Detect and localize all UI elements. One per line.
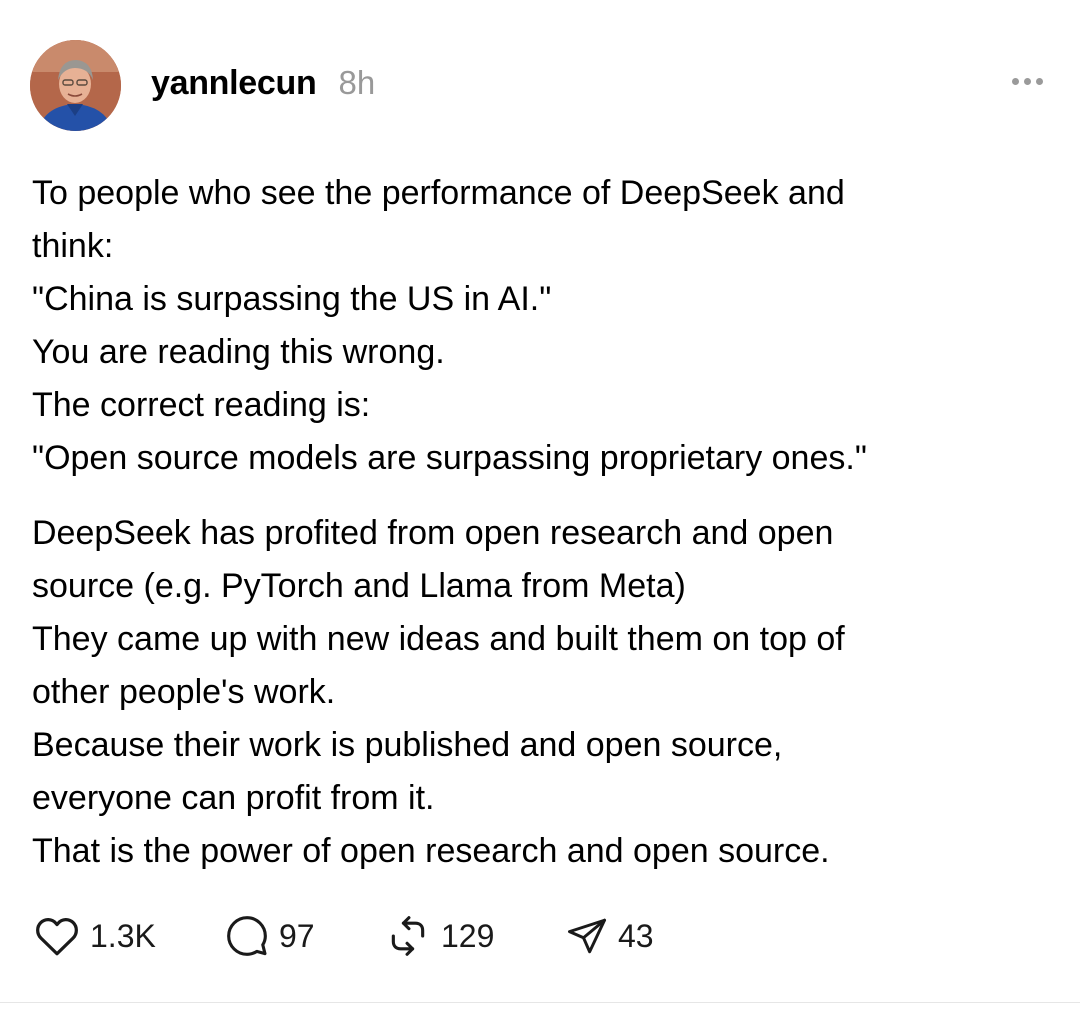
dot [1024,78,1031,85]
threads-post: yannlecun 8h To people who see the perfo… [0,0,1080,1012]
more-dots-icon[interactable] [1012,78,1043,85]
avatar-image [30,40,121,131]
divider [0,1002,1080,1003]
like-count: 1.3K [90,917,156,954]
repost-button[interactable]: 129 [385,913,494,959]
text-line: You are reading this wrong. [32,333,445,371]
reply-button[interactable]: 97 [225,913,315,959]
reply-count: 97 [279,917,315,954]
post-header: yannlecun 8h [151,64,375,103]
dot [1012,78,1019,85]
text-line: "China is surpassing the US in AI." [32,280,552,318]
dot [1036,78,1043,85]
paragraph-2: DeepSeek has profited from open research… [32,507,1052,878]
post-body: To people who see the performance of Dee… [32,167,1052,878]
share-count: 43 [618,917,654,954]
timestamp: 8h [338,64,376,101]
heart-icon [36,917,78,956]
text-line: other people's work. [32,673,336,711]
send-icon [568,918,606,954]
text-line: source (e.g. PyTorch and Llama from Meta… [32,567,686,605]
text-line: To people who see the performance of Dee… [32,174,845,212]
like-button[interactable]: 1.3K [34,913,156,959]
action-bar: 1.3K 97 129 43 [34,913,734,959]
text-line: The correct reading is: [32,386,371,424]
text-line: They came up with new ideas and built th… [32,620,845,658]
paragraph-1: To people who see the performance of Dee… [32,167,1052,485]
text-line: everyone can profit from it. [32,779,435,817]
avatar[interactable] [30,40,121,131]
text-line: That is the power of open research and o… [32,832,830,870]
repost-icon [391,916,425,956]
comment-bubble-icon [227,916,267,956]
text-line: think: [32,227,114,265]
username[interactable]: yannlecun [151,64,317,103]
text-line: Because their work is published and open… [32,726,783,764]
share-button[interactable]: 43 [566,913,654,959]
repost-count: 129 [441,917,495,954]
text-line: DeepSeek has profited from open research… [32,514,834,552]
text-line: "Open source models are surpassing propr… [32,439,867,477]
